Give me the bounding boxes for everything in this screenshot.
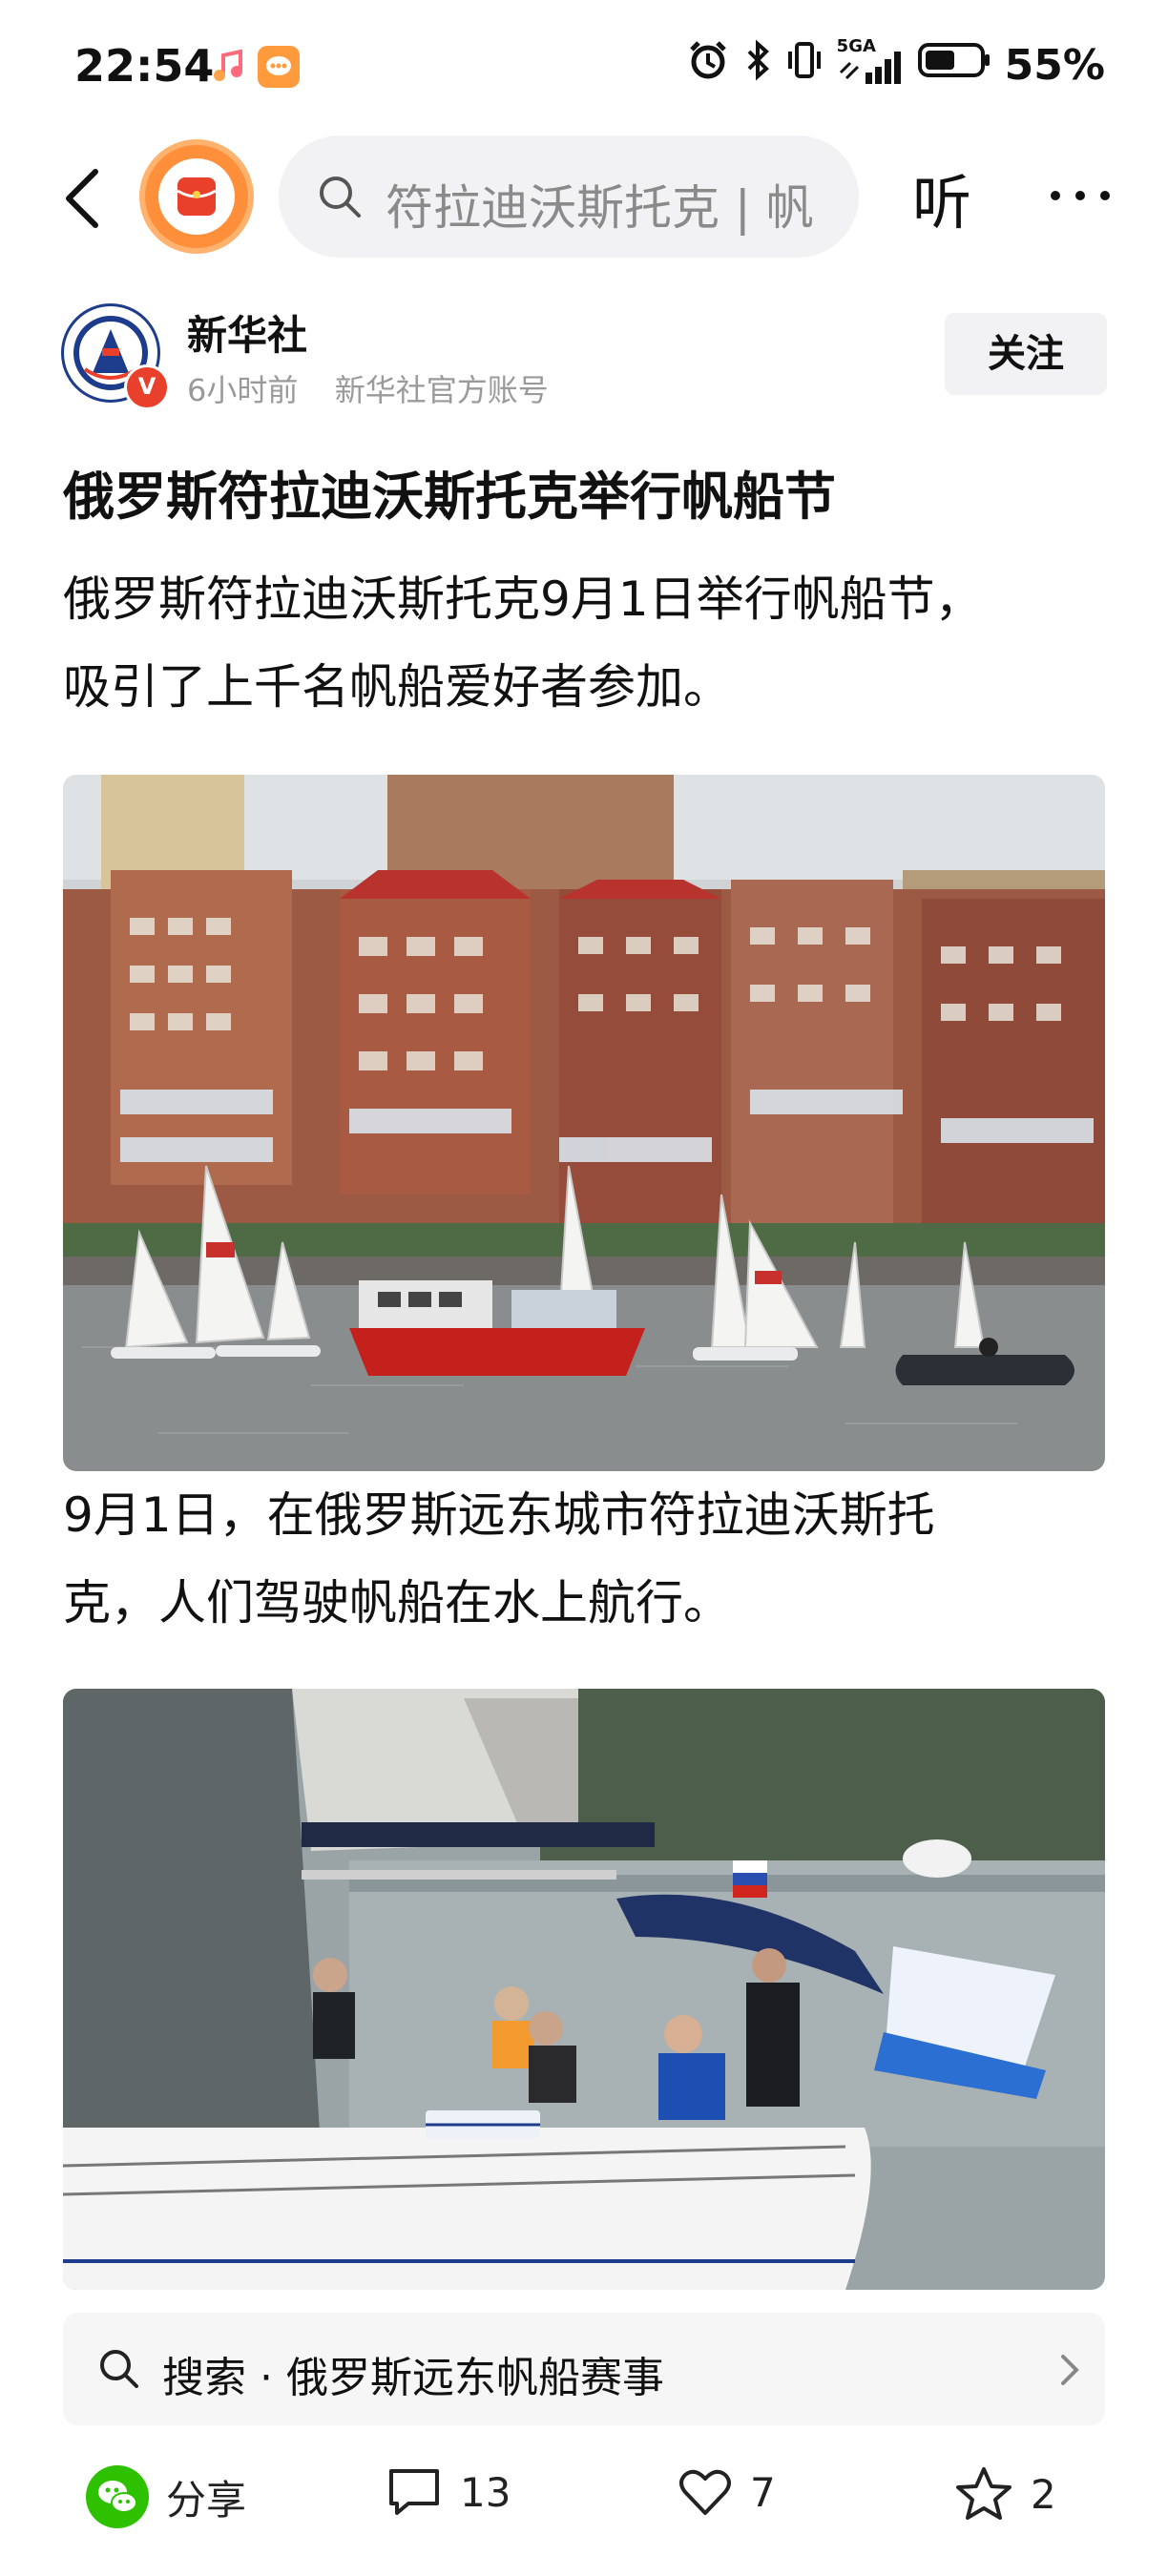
share-label: 分享 <box>166 2476 247 2524</box>
battery-percent: 55% <box>1004 41 1105 90</box>
star-icon <box>956 2467 1012 2520</box>
search-input[interactable]: 符拉迪沃斯托克 | 帆 <box>386 170 824 239</box>
battery-icon <box>917 38 991 93</box>
related-search-text: 搜索 · 俄罗斯远东帆船赛事 <box>162 2354 664 2402</box>
article-photo-sailing-harbor[interactable] <box>63 775 1105 1471</box>
status-bar: 22:54 5GA 55% <box>0 0 1168 114</box>
post-meta: 6小时前 新华社官方账号 <box>187 366 549 410</box>
back-button[interactable] <box>48 151 124 246</box>
wechat-icon <box>86 2465 149 2528</box>
heart-icon <box>679 2469 731 2515</box>
message-app-icon <box>258 46 300 88</box>
vibrate-icon <box>785 38 824 93</box>
music-app-icon <box>208 46 250 88</box>
lead-paragraph: 俄罗斯符拉迪沃斯托克9月1日举行帆船节， 吸引了上千名帆船爱好者参加。 <box>63 555 1113 731</box>
caption-line-1: 9月1日，在俄罗斯远东城市符拉迪沃斯托 <box>63 1487 935 1543</box>
article-photo-yacht-crew[interactable] <box>63 1689 1105 2290</box>
author-name[interactable]: 新华社 <box>187 303 307 362</box>
like-button[interactable]: 7 <box>678 2465 776 2519</box>
bluetooth-icon <box>743 38 772 93</box>
alarm-icon <box>686 38 730 93</box>
search-icon <box>100 2350 138 2388</box>
related-search-bar[interactable]: 搜索 · 俄罗斯远东帆船赛事 <box>63 2313 1105 2425</box>
app-logo[interactable] <box>139 139 254 254</box>
back-icon <box>66 169 98 228</box>
listen-button[interactable]: 听 <box>912 155 971 240</box>
article-title: 俄罗斯符拉迪沃斯托克举行帆船节 <box>63 467 836 527</box>
chevron-right-icon <box>1061 2355 1079 2385</box>
account-type: 新华社官方账号 <box>334 372 549 408</box>
signal-icon: 5GA <box>837 36 904 88</box>
caption-line-2: 克，人们驾驶帆船在水上航行。 <box>63 1575 731 1631</box>
comment-button[interactable]: 13 <box>386 2465 511 2519</box>
verified-badge: V <box>124 364 170 410</box>
more-button[interactable] <box>1042 172 1118 219</box>
follow-button[interactable]: 关注 <box>945 313 1107 395</box>
post-time: 6小时前 <box>187 372 299 408</box>
lead-line-1: 俄罗斯符拉迪沃斯托克9月1日举行帆船节， <box>63 571 983 627</box>
status-time: 22:54 <box>74 40 215 92</box>
comment-icon <box>389 2469 439 2515</box>
favorite-count: 2 <box>1031 2470 1056 2518</box>
bottom-action-bar: 分享 13 7 2 <box>0 2442 1168 2576</box>
like-count: 7 <box>750 2468 776 2516</box>
comment-count: 13 <box>460 2468 511 2516</box>
more-icon <box>1051 191 1110 200</box>
search-icon <box>320 177 361 218</box>
share-button[interactable]: 分享 <box>86 2465 246 2528</box>
photo-caption: 9月1日，在俄罗斯远东城市符拉迪沃斯托 克，人们驾驶帆船在水上航行。 <box>63 1471 1113 1647</box>
lead-line-2: 吸引了上千名帆船爱好者参加。 <box>63 659 731 715</box>
favorite-button[interactable]: 2 <box>954 2465 1056 2523</box>
status-right-group: 5GA 55% <box>686 36 1105 93</box>
search-bar[interactable]: 符拉迪沃斯托克 | 帆 <box>279 135 859 258</box>
